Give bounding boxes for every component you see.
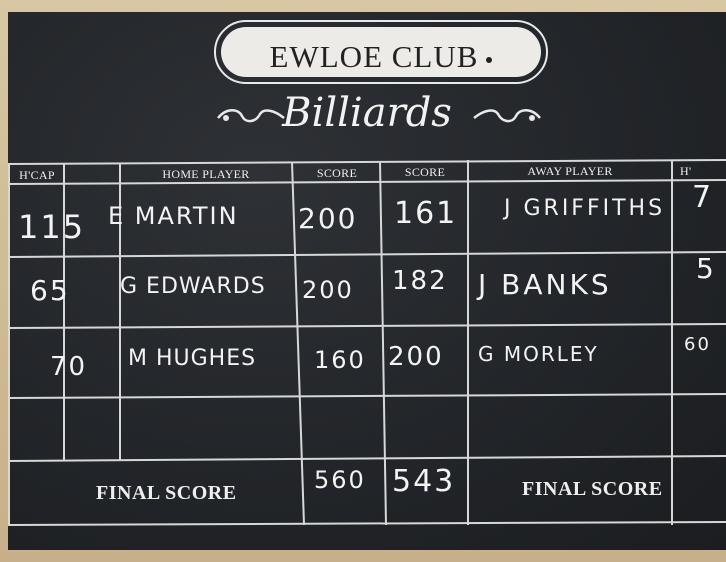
row3-away-player: G MORLEY bbox=[478, 342, 599, 366]
home-player-header: HOME PLAYER bbox=[162, 167, 250, 181]
row3-home-score: 160 bbox=[314, 346, 366, 374]
final-score-away: 543 bbox=[392, 464, 456, 499]
row1-away-player: J GRIFFITHS bbox=[504, 196, 666, 221]
chalkboard-frame: EWLOE CLUB Billiards H'CAP HOME PLAYER S… bbox=[0, 0, 726, 562]
chalkboard: EWLOE CLUB Billiards H'CAP HOME PLAYER S… bbox=[8, 12, 726, 550]
row2-away-score: 182 bbox=[392, 266, 448, 296]
row1-hcap: 115 bbox=[18, 208, 86, 246]
away-score-header: SCORE bbox=[404, 165, 446, 179]
home-score-header: SCORE bbox=[316, 166, 358, 180]
row1-away-score: 161 bbox=[394, 196, 458, 231]
away-player-header: AWAY PLAYER bbox=[527, 164, 613, 178]
row3-hcap: 70 bbox=[50, 352, 88, 382]
row3-away-score: 200 bbox=[388, 342, 444, 372]
row1-home-player: E MARTIN bbox=[108, 202, 239, 230]
final-score-home: 560 bbox=[314, 466, 366, 494]
row2-home-player: G EDWARDS bbox=[120, 274, 266, 299]
hcap-header: H'CAP bbox=[19, 168, 55, 182]
row3-away-hcap: 60 bbox=[684, 334, 711, 355]
final-score-label-away: FINAL SCORE bbox=[522, 478, 663, 500]
row1-away-hcap: 7 bbox=[692, 180, 714, 215]
row2-home-score: 200 bbox=[302, 276, 354, 304]
row3-home-player: M HUGHES bbox=[128, 346, 257, 371]
away-hcap-header: H' bbox=[680, 164, 692, 178]
final-score-label-home: FINAL SCORE bbox=[96, 482, 237, 504]
row2-away-hcap: 5 bbox=[696, 252, 716, 285]
row2-away-player: J BANKS bbox=[478, 268, 612, 301]
row1-home-score: 200 bbox=[298, 202, 358, 235]
score-table-grid bbox=[8, 159, 726, 526]
row2-hcap: 65 bbox=[30, 274, 70, 307]
